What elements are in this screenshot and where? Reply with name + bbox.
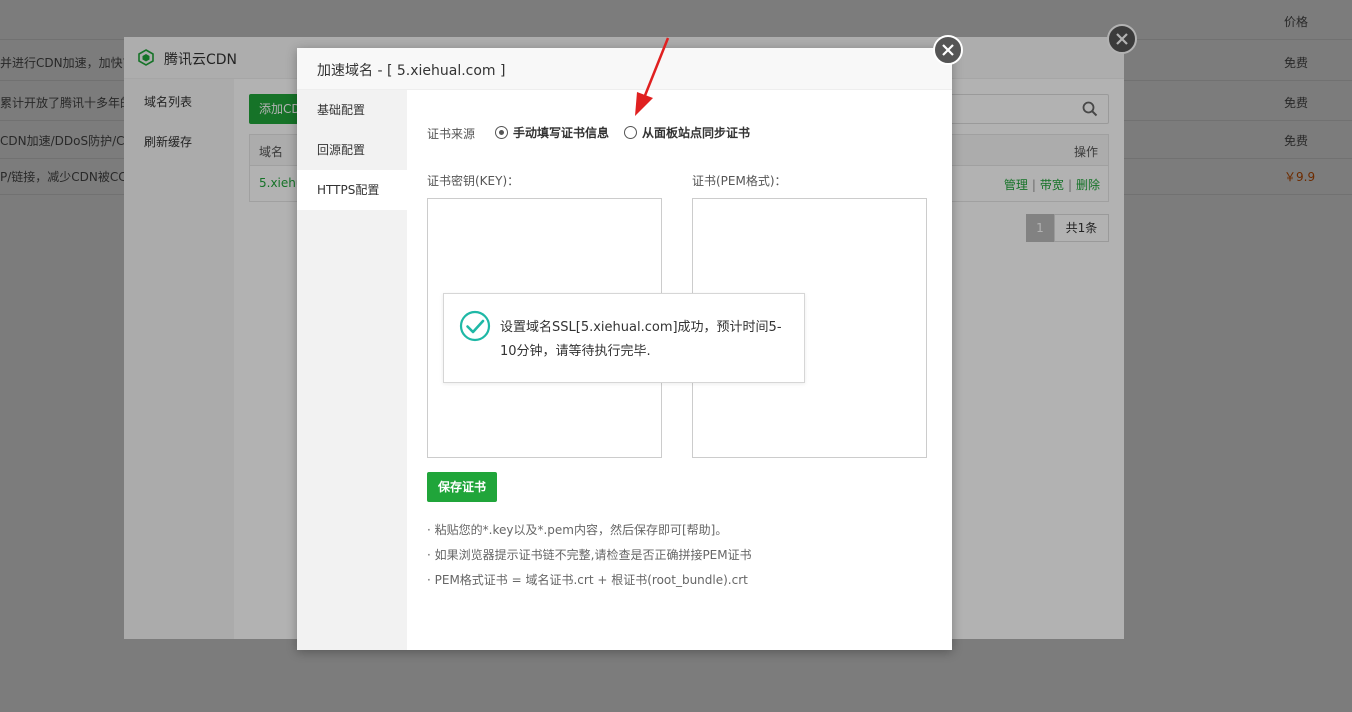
tab-https-config[interactable]: HTTPS配置	[297, 170, 407, 210]
radio-sync-cert[interactable]: 从面板站点同步证书	[624, 124, 750, 140]
pem-field-label: 证书(PEM格式)：	[692, 174, 787, 188]
modal-header: 加速域名 - [ 5.xiehual.com ]	[297, 48, 952, 90]
close-icon	[942, 44, 954, 56]
red-arrow-annotation-icon	[635, 37, 670, 116]
tip-chain-incomplete: · 如果浏览器提示证书链不完整,请检查是否正确拼接PEM证书	[427, 548, 752, 562]
tip-pem-format: · PEM格式证书 = 域名证书.crt + 根证书(root_bundle).…	[427, 573, 748, 587]
toast-message: 设置域名SSL[5.xiehual.com]成功，预计时间5-10分钟，请等待执…	[500, 320, 782, 359]
modal-sidebar: 基础配置 回源配置 HTTPS配置	[297, 90, 407, 650]
radio-manual-cert[interactable]: 手动填写证书信息	[495, 124, 609, 140]
tip-paste-help: · 粘贴您的*.key以及*.pem内容，然后保存即可[帮助]。	[427, 523, 728, 537]
success-toast: 设置域名SSL[5.xiehual.com]成功，预计时间5-10分钟，请等待执…	[443, 293, 805, 383]
cert-source-label: 证书来源	[427, 127, 476, 141]
close-modal-button[interactable]	[933, 35, 963, 65]
radio-unchecked-icon[interactable]	[624, 126, 637, 139]
success-check-icon	[459, 310, 491, 342]
modal-title: 加速域名 - [ 5.xiehual.com ]	[317, 63, 506, 79]
key-field-label: 证书密钥(KEY)：	[427, 174, 520, 188]
tab-basic-config[interactable]: 基础配置	[297, 90, 407, 130]
save-cert-button[interactable]: 保存证书	[427, 472, 497, 502]
radio-sync-label: 从面板站点同步证书	[642, 126, 751, 140]
radio-manual-label: 手动填写证书信息	[513, 126, 610, 140]
tab-origin-config[interactable]: 回源配置	[297, 130, 407, 170]
radio-checked-icon[interactable]	[495, 126, 508, 139]
